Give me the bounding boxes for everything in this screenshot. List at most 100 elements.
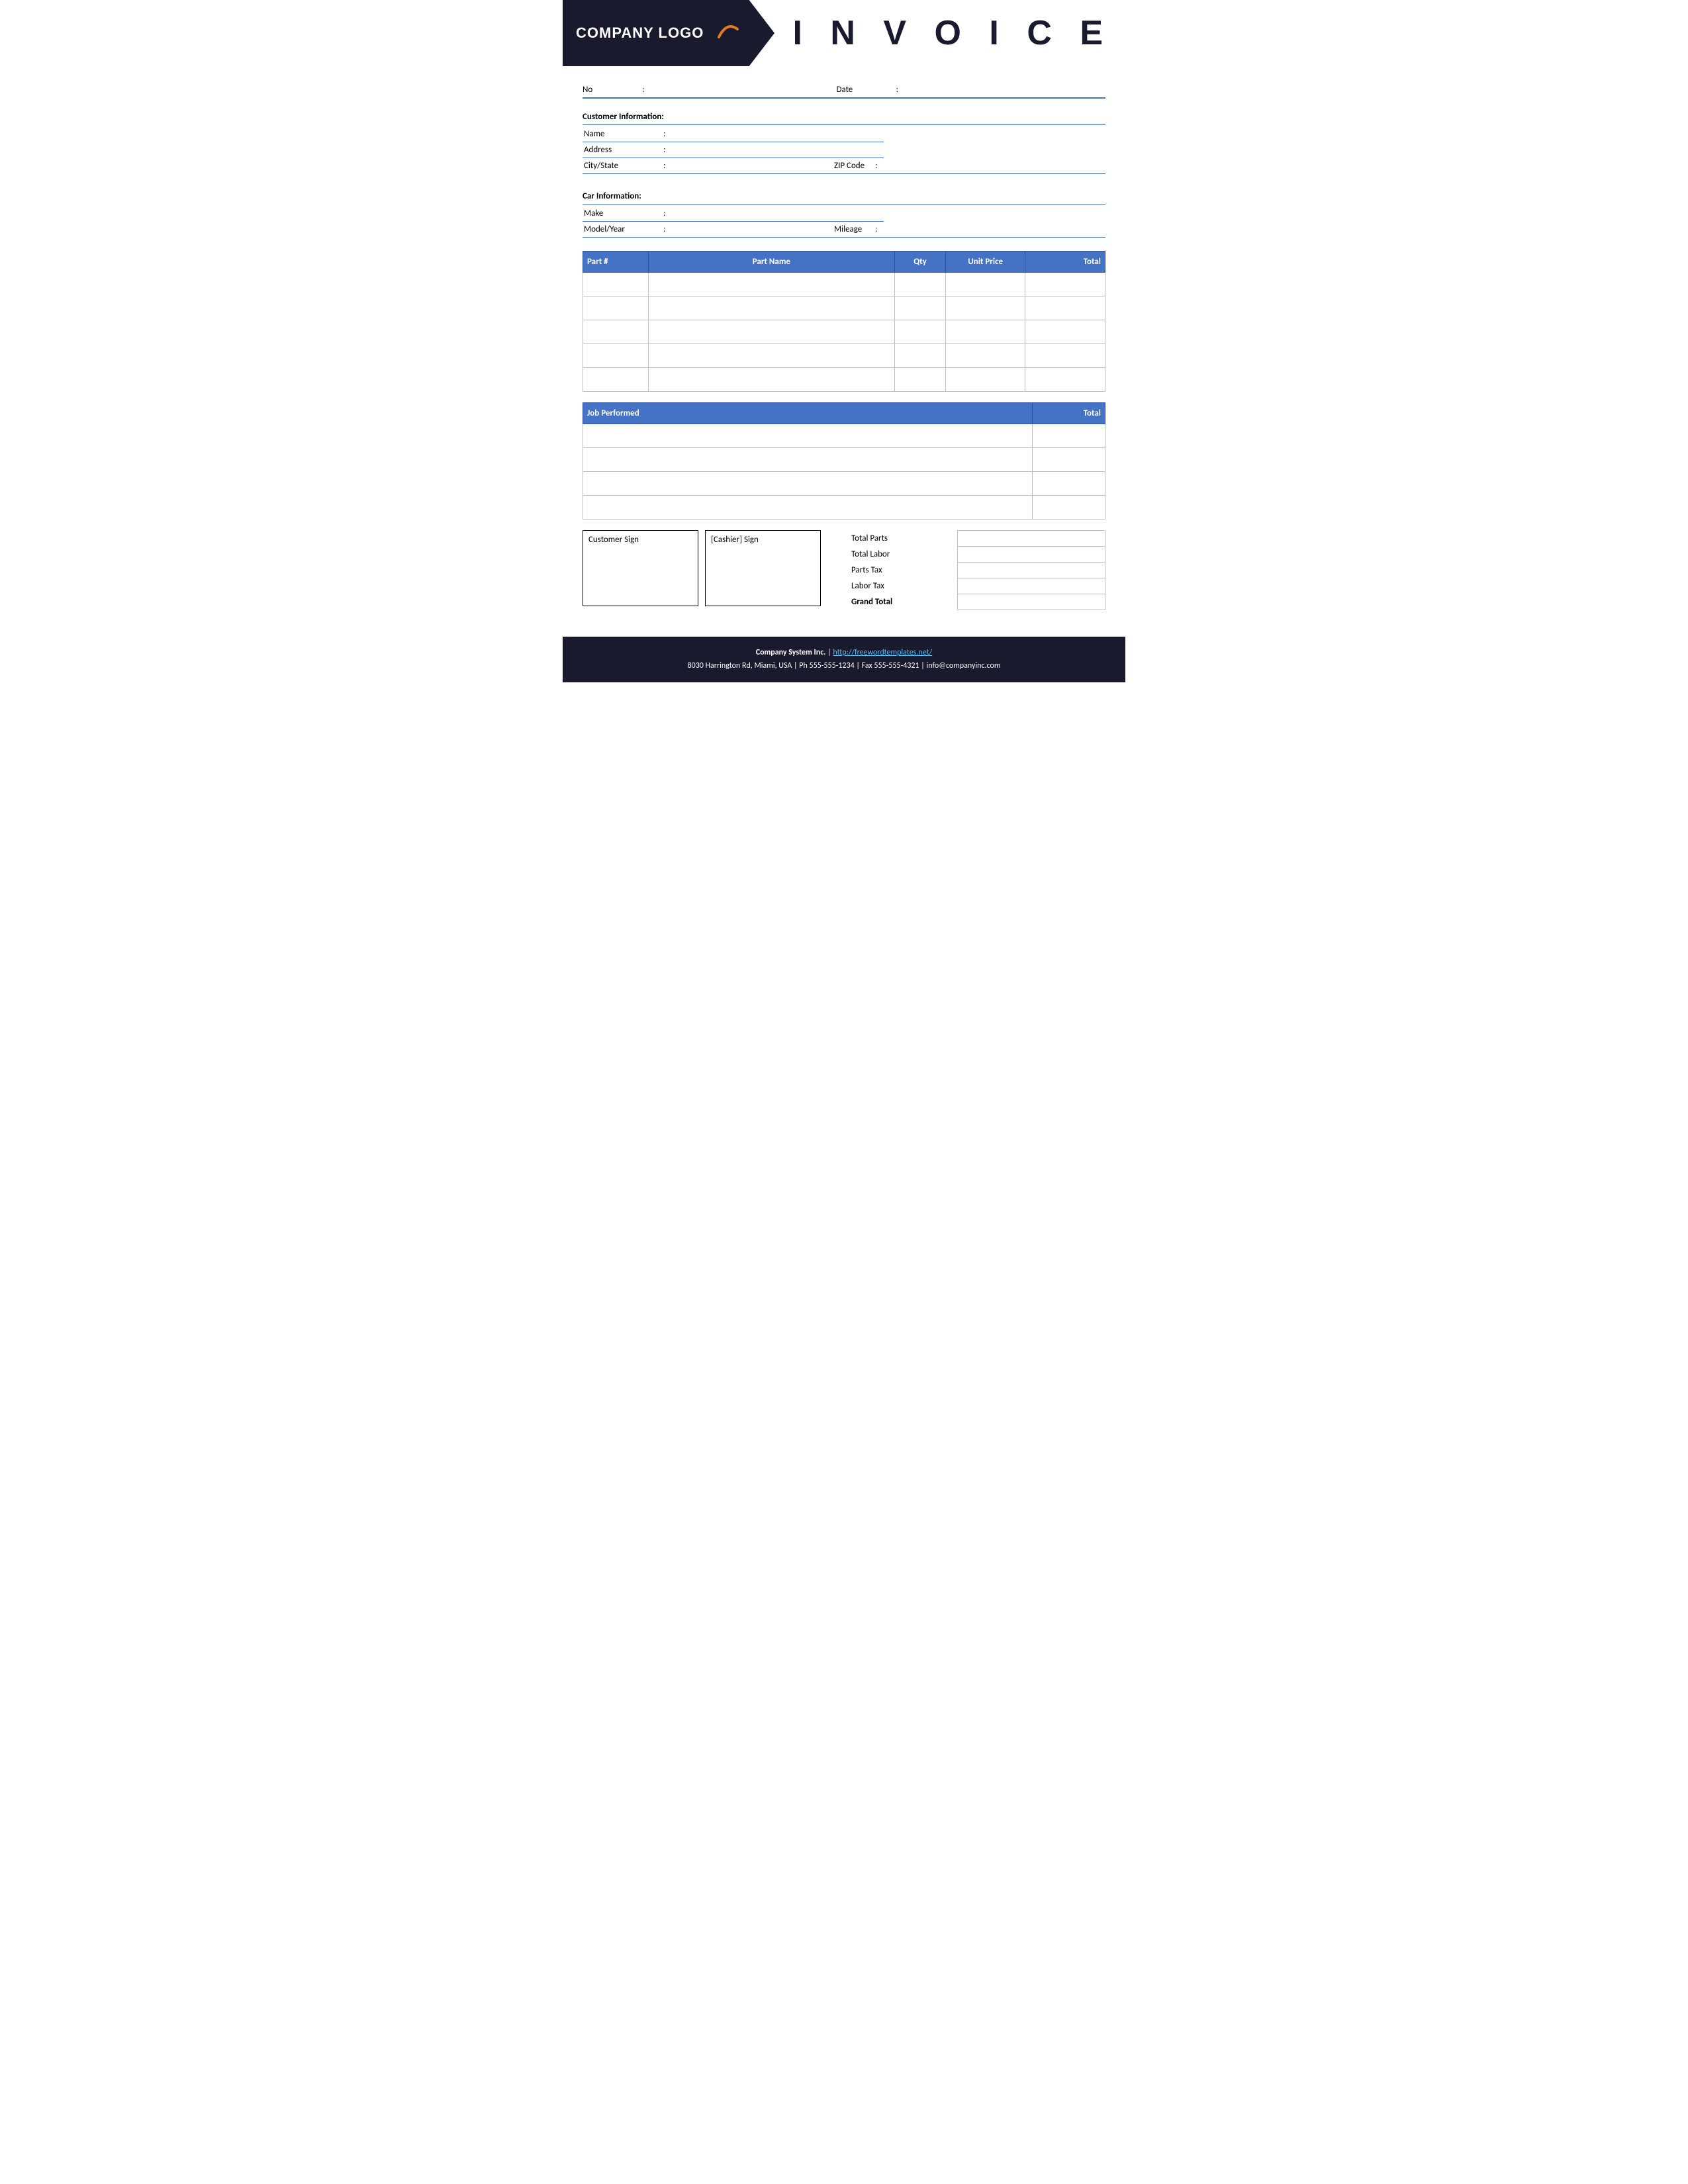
job-total-1 xyxy=(1033,424,1105,448)
logo-arc-icon xyxy=(714,19,740,45)
customer-info-header: Customer Information: xyxy=(583,108,1105,125)
unit-price-3 xyxy=(945,320,1025,344)
name-label: Name xyxy=(583,126,662,142)
page-header: COMPANY LOGO I N V O I C E xyxy=(563,0,1125,66)
model-colon: : xyxy=(662,222,675,238)
total-header: Total xyxy=(1025,251,1105,273)
job-header-row: Job Performed Total xyxy=(583,403,1105,424)
car-info-section: Car Information: Make : Model/Year : Mil… xyxy=(583,187,1105,238)
date-value xyxy=(905,85,1037,95)
part-name-4 xyxy=(648,344,895,368)
model-value xyxy=(675,222,808,238)
zip-label: ZIP Code xyxy=(808,158,874,174)
parts-tax-label: Parts Tax xyxy=(847,563,958,578)
address-colon: : xyxy=(662,142,675,158)
unit-price-4 xyxy=(945,344,1025,368)
name-colon: : xyxy=(662,126,675,142)
date-section: Date : xyxy=(836,85,1037,95)
model-year-label: Model/Year xyxy=(583,222,662,238)
main-content: No : Date : Customer Information: Name : xyxy=(563,66,1125,617)
name-value xyxy=(675,126,884,142)
model-mileage-row: Model/Year : Mileage : xyxy=(583,222,1105,238)
mileage-colon: : xyxy=(874,222,884,238)
date-label: Date xyxy=(836,85,889,95)
parts-tax-value xyxy=(958,563,1105,578)
grand-total-row: Grand Total xyxy=(847,594,1105,610)
customer-info-section: Customer Information: Name : Address : C… xyxy=(583,108,1105,174)
total-parts-value xyxy=(958,531,1105,547)
qty-5 xyxy=(895,368,946,392)
part-num-5 xyxy=(583,368,649,392)
cashier-sign-label: [Cashier] Sign xyxy=(711,535,759,545)
qty-1 xyxy=(895,273,946,296)
signature-boxes: Customer Sign [Cashier] Sign xyxy=(583,530,821,606)
job-total-4 xyxy=(1033,496,1105,520)
part-num-2 xyxy=(583,296,649,320)
parts-row-1 xyxy=(583,273,1105,296)
parts-row-3 xyxy=(583,320,1105,344)
zip-colon: : xyxy=(874,158,884,174)
no-value xyxy=(651,85,783,95)
invoice-title: I N V O I C E xyxy=(793,13,1113,53)
job-row-1 xyxy=(583,424,1105,448)
parts-header-row: Part # Part Name Qty Unit Price Total xyxy=(583,251,1105,273)
mileage-value xyxy=(884,222,1105,238)
parts-tax-row: Parts Tax xyxy=(847,563,1105,578)
city-state-label: City/State xyxy=(583,158,662,174)
job-total-header: Total xyxy=(1033,403,1105,424)
unit-price-header: Unit Price xyxy=(945,251,1025,273)
total-labor-row: Total Labor xyxy=(847,547,1105,563)
grand-total-label: Grand Total xyxy=(847,594,958,610)
grand-total-value xyxy=(958,594,1105,610)
part-num-1 xyxy=(583,273,649,296)
job-row-3 xyxy=(583,472,1105,496)
part-name-5 xyxy=(648,368,895,392)
bottom-section: Customer Sign [Cashier] Sign Total Parts… xyxy=(583,530,1105,610)
job-desc-4 xyxy=(583,496,1033,520)
total-4 xyxy=(1025,344,1105,368)
cashier-sign-box: [Cashier] Sign xyxy=(705,530,821,606)
parts-table: Part # Part Name Qty Unit Price Total xyxy=(583,251,1105,392)
total-labor-label: Total Labor xyxy=(847,547,958,563)
parts-row-5 xyxy=(583,368,1105,392)
mileage-label: Mileage xyxy=(808,222,874,238)
footer-website-link[interactable]: http://freewordtemplates.net/ xyxy=(833,648,932,657)
car-info-table: Make : Model/Year : Mileage : xyxy=(583,206,1105,238)
total-2 xyxy=(1025,296,1105,320)
total-5 xyxy=(1025,368,1105,392)
part-num-3 xyxy=(583,320,649,344)
total-1 xyxy=(1025,273,1105,296)
total-parts-row: Total Parts xyxy=(847,531,1105,547)
totals-section: Total Parts Total Labor Parts Tax Labor … xyxy=(847,530,1105,610)
footer-company-name: Company System Inc. xyxy=(756,648,826,657)
qty-header: Qty xyxy=(895,251,946,273)
job-row-2 xyxy=(583,448,1105,472)
zip-value xyxy=(884,158,1105,174)
date-colon: : xyxy=(896,85,898,95)
job-desc-2 xyxy=(583,448,1033,472)
customer-sign-box: Customer Sign xyxy=(583,530,698,606)
logo-section: COMPANY LOGO xyxy=(563,0,774,66)
labor-tax-row: Labor Tax xyxy=(847,578,1105,594)
address-label: Address xyxy=(583,142,662,158)
qty-4 xyxy=(895,344,946,368)
unit-price-5 xyxy=(945,368,1025,392)
page-footer: Company System Inc. | http://freewordtem… xyxy=(563,637,1125,682)
job-total-3 xyxy=(1033,472,1105,496)
unit-price-2 xyxy=(945,296,1025,320)
address-row: Address : xyxy=(583,142,1105,158)
make-colon: : xyxy=(662,206,675,222)
job-row-4 xyxy=(583,496,1105,520)
total-parts-label: Total Parts xyxy=(847,531,958,547)
footer-line-1: Company System Inc. | http://freewordtem… xyxy=(576,646,1112,659)
name-row: Name : xyxy=(583,126,1105,142)
part-num-4 xyxy=(583,344,649,368)
parts-row-4 xyxy=(583,344,1105,368)
footer-line-2: 8030 Harrington Rd, Miami, USA | Ph 555-… xyxy=(576,659,1112,672)
car-info-header: Car Information: xyxy=(583,187,1105,205)
unit-price-1 xyxy=(945,273,1025,296)
part-name-3 xyxy=(648,320,895,344)
parts-row-2 xyxy=(583,296,1105,320)
qty-2 xyxy=(895,296,946,320)
job-desc-1 xyxy=(583,424,1033,448)
